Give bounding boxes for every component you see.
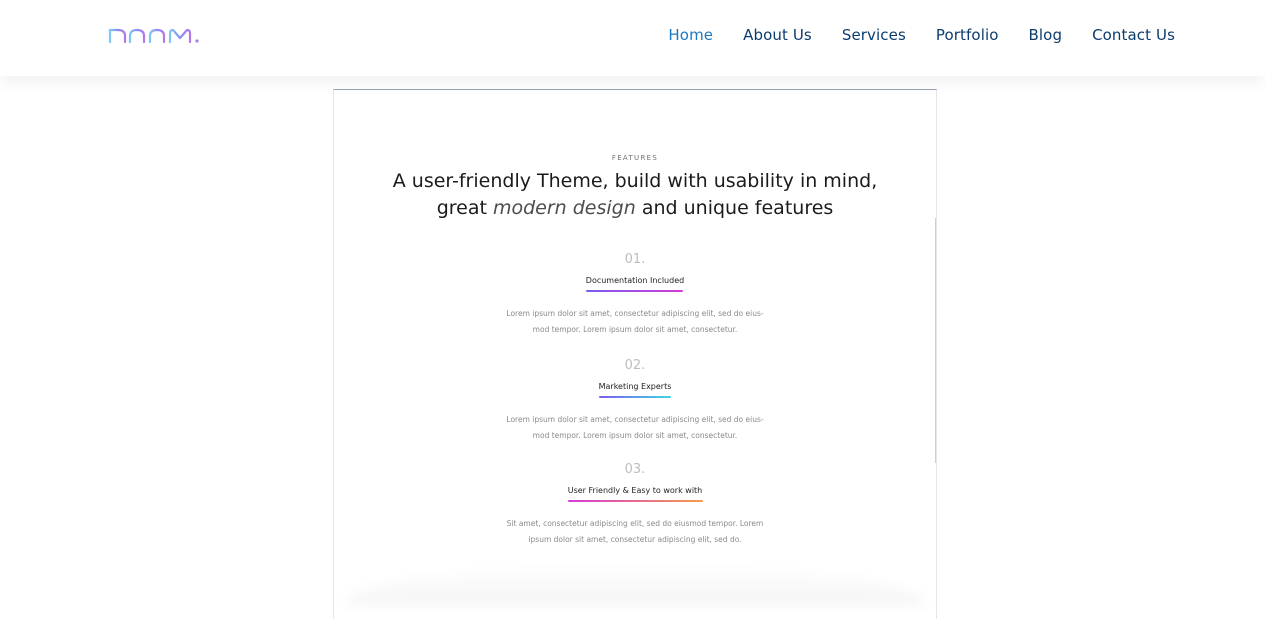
nav-portfolio[interactable]: Portfolio: [936, 24, 999, 46]
feature-description: Lorem ipsum dolor sit amet, consectetur …: [505, 306, 765, 338]
feature-description-line: Lorem ipsum dolor sit amet, consectetur …: [506, 309, 764, 318]
feature-number: 03.: [624, 462, 646, 477]
section-headline: A user-friendly Theme, build with usabil…: [333, 168, 937, 222]
headline-line-1: A user-friendly Theme, build with usabil…: [392, 170, 878, 192]
feature-item-1: 01. Documentation Included Lorem ipsum d…: [333, 252, 937, 338]
feature-title-text: User Friendly & Easy to work with: [567, 486, 703, 495]
section-eyebrow: FEATURES: [611, 154, 659, 162]
nav-services[interactable]: Services: [842, 24, 906, 46]
nav-home[interactable]: Home: [668, 24, 713, 46]
feature-title-text: Marketing Experts: [598, 382, 672, 391]
feature-title-underline: [567, 500, 703, 502]
feature-item-2: 02. Marketing Experts Lorem ipsum dolor …: [333, 358, 937, 444]
feature-title: User Friendly & Easy to work with: [567, 486, 703, 506]
feature-title-text: Documentation Included: [585, 276, 685, 285]
feature-description-line: Lorem ipsum dolor sit amet, consectetur …: [506, 415, 764, 424]
feature-description-line: mod tempor. Lorem ipsum dolor sit amet, …: [532, 325, 738, 334]
main-nav: Home About Us Services Portfolio Blog Co…: [668, 24, 1175, 46]
headline-line-2-end: and unique features: [635, 197, 834, 219]
nav-about-us[interactable]: About Us: [743, 24, 812, 46]
headline-line-2: great modern design and unique features: [333, 195, 937, 222]
nav-contact-us[interactable]: Contact Us: [1092, 24, 1175, 46]
headline-emphasis: modern design: [492, 197, 636, 219]
brand-logo[interactable]: DOOM.: [108, 24, 208, 46]
feature-item-3: 03. User Friendly & Easy to work with Si…: [333, 462, 937, 548]
feature-title: Documentation Included: [586, 276, 684, 296]
site-header: DOOM. Home About Us Services Portfolio B…: [0, 0, 1265, 76]
feature-number: 01.: [624, 252, 646, 267]
feature-description: Lorem ipsum dolor sit amet, consectetur …: [505, 412, 765, 444]
feature-title-underline: [598, 396, 671, 398]
feature-description: Sit amet, consectetur adipiscing elit, s…: [505, 516, 765, 548]
feature-description-line: ipsum dolor sit amet, consectetur adipis…: [528, 535, 742, 544]
nav-blog[interactable]: Blog: [1029, 24, 1063, 46]
feature-description-line: Sit amet, consectetur adipiscing elit, s…: [506, 519, 764, 528]
feature-number: 02.: [624, 358, 646, 373]
feature-description-line: mod tempor. Lorem ipsum dolor sit amet, …: [532, 431, 738, 440]
feature-title: Marketing Experts: [598, 382, 672, 402]
headline-line-2-start: great: [436, 197, 493, 219]
brand-logo-mark: [108, 28, 199, 44]
feature-title-underline: [586, 290, 684, 292]
